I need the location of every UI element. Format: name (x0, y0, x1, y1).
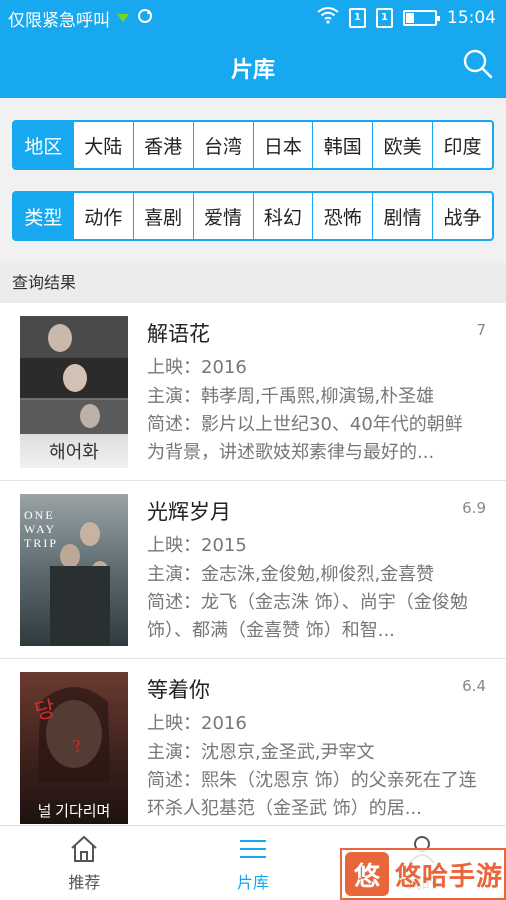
status-bar: 仅限紧急呼叫 1 1 15:04 (0, 0, 506, 34)
top-bar: 仅限紧急呼叫 1 1 15:04 片库 (0, 0, 506, 98)
movie-title: 等着你 (147, 678, 210, 702)
list-item[interactable]: 해어화 解语花 7 上映：2016 主演：韩孝周,千禹熙,柳演锡,朴圣雄 简述：… (0, 303, 506, 481)
movie-release: 上映：2016 (147, 713, 247, 734)
list-icon (240, 840, 266, 858)
region-option[interactable]: 欧美 (372, 122, 432, 168)
movie-summary: 简述：影片以上世纪30、40年代的朝鲜为背景，讲述歌妓郑素律与最好的... (147, 414, 463, 463)
status-right: 1 1 15:04 (317, 6, 496, 29)
tab-label: 推荐 (68, 873, 101, 892)
genre-filter-row: 类型 动作 喜剧 爱情 科幻 恐怖 剧情 战争 (12, 191, 494, 241)
region-option[interactable]: 香港 (132, 122, 193, 168)
genre-option[interactable]: 爱情 (192, 193, 253, 239)
poster-title: 해어화 (49, 442, 99, 462)
movie-summary: 简述：龙飞（金志洙 饰）、尚宇（金俊勉 饰）、都满（金喜赞 饰）和智... (147, 592, 468, 641)
home-icon (71, 835, 98, 862)
watermark-text: 悠哈手游 (395, 861, 504, 891)
movie-cast: 主演：沈恩京,金圣武,尹宰文 (147, 742, 375, 763)
wifi-icon (317, 6, 339, 29)
battery-icon (403, 9, 440, 26)
region-option[interactable]: 日本 (252, 122, 313, 168)
search-button[interactable] (462, 48, 494, 80)
movie-score: 6.9 (462, 499, 486, 517)
list-item[interactable]: ONE WAY TRIP 光辉岁月 6.9 上映：2015 主演：金志洙,金俊勉… (0, 481, 506, 659)
data-arrow-icon (116, 9, 130, 29)
genre-option[interactable]: 剧情 (372, 193, 432, 239)
region-filter-row: 地区 大陆 香港 台湾 日本 韩国 欧美 印度 (12, 120, 494, 170)
region-option[interactable]: 台湾 (192, 122, 253, 168)
genre-option[interactable]: 科幻 (252, 193, 313, 239)
region-filter-label: 地区 (14, 122, 73, 168)
movie-release: 上映：2016 (147, 357, 247, 378)
region-option[interactable]: 韩国 (312, 122, 372, 168)
filter-panel: 地区 大陆 香港 台湾 日本 韩国 欧美 印度 类型 动作 喜剧 爱情 科幻 恐… (0, 98, 506, 263)
genre-option[interactable]: 喜剧 (132, 193, 193, 239)
genre-option[interactable]: 恐怖 (312, 193, 372, 239)
movie-poster: 해어화 (20, 316, 128, 468)
search-icon (463, 49, 493, 79)
movie-cast: 主演：金志洙,金俊勉,柳俊烈,金喜赞 (147, 564, 435, 585)
carrier-text: 仅限紧急呼叫 (8, 11, 110, 31)
poster-title: ONE WAY TRIP (24, 508, 59, 550)
movie-score: 7 (476, 321, 486, 339)
page-title: 片库 (230, 58, 275, 83)
movie-summary: 简述：熙朱（沈恩京 饰）的父亲死在了连环杀人犯基范（金圣武 饰）的居... (147, 770, 477, 819)
list-item[interactable]: 당 ? 널 기다리며 等着你 6.4 上映：2016 主演：沈恩京,金圣武,尹宰… (0, 659, 506, 825)
movie-score: 6.4 (462, 677, 486, 695)
movie-cast: 主演：韩孝周,千禹熙,柳演锡,朴圣雄 (147, 386, 435, 407)
movie-title: 解语花 (147, 322, 210, 346)
movie-list: 해어화 解语花 7 上映：2016 主演：韩孝周,千禹熙,柳演锡,朴圣雄 简述：… (0, 303, 506, 825)
results-header: 查询结果 (0, 263, 506, 303)
genre-option[interactable]: 战争 (432, 193, 492, 239)
movie-title: 光辉岁月 (147, 500, 231, 524)
watermark-logo-icon: 悠 (345, 852, 389, 896)
watermark: 悠 悠哈手游 (340, 848, 506, 900)
clock: 15:04 (447, 7, 496, 28)
region-option[interactable]: 大陆 (72, 122, 133, 168)
tab-library[interactable]: 片库 (169, 826, 338, 900)
movie-release: 上映：2015 (147, 535, 247, 556)
sync-icon (136, 7, 154, 30)
region-option[interactable]: 印度 (432, 122, 492, 168)
poster-title: 널 기다리며 (37, 804, 111, 820)
movie-poster: ONE WAY TRIP (20, 494, 128, 646)
sim1-icon: 1 (349, 7, 366, 28)
tab-recommend[interactable]: 推荐 (0, 826, 169, 900)
genre-filter-label: 类型 (14, 193, 73, 239)
sim2-icon: 1 (376, 7, 393, 28)
genre-option[interactable]: 动作 (72, 193, 133, 239)
movie-poster: 당 ? 널 기다리며 (20, 672, 128, 824)
tab-label: 片库 (237, 873, 270, 892)
status-left: 仅限紧急呼叫 (8, 6, 154, 31)
